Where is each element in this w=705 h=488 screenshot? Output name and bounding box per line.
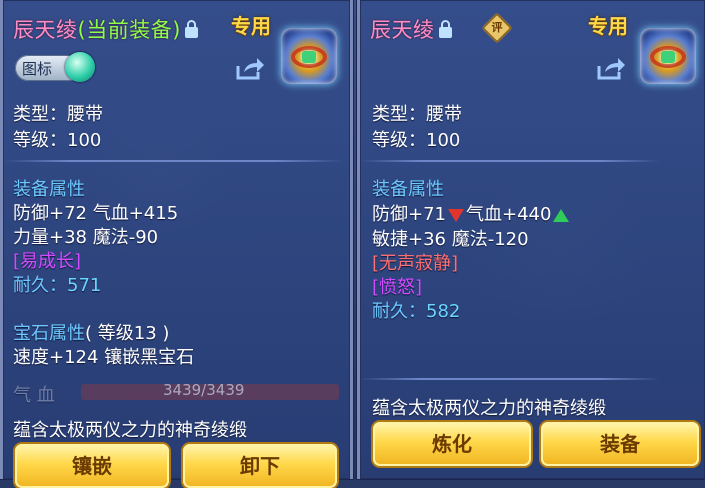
item-title: 辰天绫 [370, 14, 452, 44]
item-title: 辰天绫(当前装备) [13, 14, 198, 44]
hp-value: 3439/3439 [163, 381, 245, 399]
gem-line: 速度+124 镶嵌黑宝石 [13, 347, 195, 368]
divider [360, 160, 660, 162]
icon-toggle-label: 图标 [22, 60, 53, 78]
exclusive-label: 专用 [588, 14, 628, 38]
durability-value: 582 [426, 301, 461, 322]
item-level: 等级：100 [13, 130, 102, 151]
item-type: 类型：腰带 [13, 104, 103, 125]
rate-icon[interactable]: 评 [481, 12, 513, 44]
inlay-button[interactable]: 镶嵌 [15, 444, 169, 488]
rate-icon-label: 评 [491, 21, 503, 34]
hp-label: 气 血 [13, 385, 55, 406]
gem-level: ( 等级13 ) [85, 323, 170, 344]
item-level: 等级：100 [372, 130, 461, 151]
item-name: 辰天绫 [370, 18, 435, 42]
durability-label: 耐久： [13, 275, 67, 296]
durability-value: 571 [67, 275, 102, 296]
refine-button[interactable]: 炼化 [373, 422, 531, 466]
attr-defense: 防御+71 [372, 204, 446, 225]
divider [3, 160, 343, 162]
attr-hp: 气血+440 [466, 204, 552, 225]
durability-line: 耐久：582 [372, 297, 460, 323]
item-type: 类型：腰带 [372, 104, 462, 125]
item-description: 蕴含太极两仪之力的神奇绫缎 [13, 420, 247, 441]
share-icon[interactable] [235, 57, 265, 81]
attr-line-2: 敏捷+36 魔法-120 [372, 229, 529, 250]
trait-line-1: [无声寂静] [372, 253, 459, 274]
gem-header: 宝石属性 [13, 323, 85, 344]
attr-line-2: 力量+38 魔法-90 [13, 227, 159, 248]
exclusive-label: 专用 [231, 14, 271, 38]
arrow-up-icon [553, 208, 570, 222]
toggle-knob [65, 52, 95, 82]
compare-item-panel: 辰天绫 评 专用 类型：腰带 等级：100 装备属性 防御+71 气血+440 敏… [357, 0, 705, 479]
durability-label: 耐久： [372, 301, 426, 322]
lock-icon[interactable] [438, 20, 452, 38]
arrow-down-icon [448, 208, 464, 222]
attr-line-1: 防御+71 气血+440 [372, 200, 571, 226]
lock-icon[interactable] [184, 20, 198, 38]
remove-button[interactable]: 卸下 [183, 444, 337, 488]
trait-line-2: [愤怒] [372, 277, 423, 298]
attr-header: 装备属性 [372, 179, 444, 200]
equipped-tag: (当前装备) [77, 18, 181, 42]
equip-button[interactable]: 装备 [541, 422, 699, 466]
belt-item-icon [281, 28, 337, 84]
durability-line: 耐久：571 [13, 271, 101, 297]
attr-header: 装备属性 [13, 179, 85, 200]
equipped-item-panel: 辰天绫(当前装备) 专用 图标 类型：腰带 等级：100 装备属性 防御+72 … [0, 0, 353, 488]
trait-line: [易成长] [13, 251, 82, 272]
item-name: 辰天绫 [13, 18, 78, 42]
share-icon[interactable] [596, 57, 626, 81]
belt-item-icon [640, 28, 696, 84]
gem-header-line: 宝石属性( 等级13 ) [13, 319, 169, 345]
icon-toggle[interactable]: 图标 [15, 52, 95, 82]
divider [360, 378, 660, 380]
attr-line-1: 防御+72 气血+415 [13, 203, 179, 224]
item-description: 蕴含太极两仪之力的神奇绫缎 [372, 398, 606, 419]
